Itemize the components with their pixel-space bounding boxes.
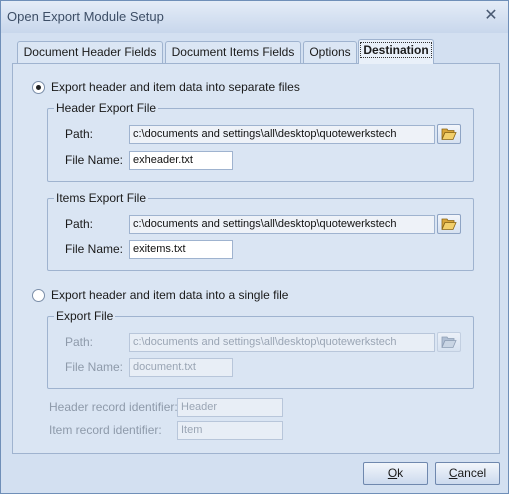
single-file-option[interactable]: Export header and item data into a singl… xyxy=(32,288,288,302)
header-file-input[interactable]: exheader.txt xyxy=(129,151,233,170)
tab-document-items-fields[interactable]: Document Items Fields xyxy=(165,41,301,63)
items-file-input[interactable]: exitems.txt xyxy=(129,240,233,259)
header-export-group: Header Export File Path: c:\documents an… xyxy=(47,101,474,182)
header-path-label: Path: xyxy=(65,127,94,141)
separate-files-radio[interactable] xyxy=(32,80,45,94)
folder-open-icon xyxy=(441,336,457,348)
dialog-window: Open Export Module Setup ✕ Document Head… xyxy=(0,0,509,494)
items-file-label: File Name: xyxy=(65,242,124,256)
items-path-label: Path: xyxy=(65,217,94,231)
cancel-button[interactable]: Cancel xyxy=(435,462,500,485)
items-export-group-title: Items Export File xyxy=(54,191,149,205)
tab-destination[interactable]: Destination xyxy=(358,39,434,64)
ok-rest: k xyxy=(397,466,404,480)
ok-button[interactable]: Ok xyxy=(363,462,428,485)
single-file-radio[interactable] xyxy=(32,288,45,302)
items-path-input[interactable]: c:\documents and settings\all\desktop\qu… xyxy=(129,215,435,234)
single-export-group-title: Export File xyxy=(54,309,116,323)
single-path-input[interactable]: c:\documents and settings\all\desktop\qu… xyxy=(129,333,435,352)
ok-mnemonic: O xyxy=(387,466,398,480)
tab-options[interactable]: Options xyxy=(303,41,357,63)
folder-open-icon xyxy=(441,128,457,140)
window-title: Open Export Module Setup xyxy=(7,9,164,24)
header-export-group-title: Header Export File xyxy=(54,101,159,115)
single-path-label: Path: xyxy=(65,335,94,349)
header-file-label: File Name: xyxy=(65,153,124,167)
item-record-id-input[interactable]: Item xyxy=(177,421,283,440)
single-file-label-text: File Name: xyxy=(65,360,124,374)
header-record-id-input[interactable]: Header xyxy=(177,398,283,417)
folder-open-icon xyxy=(441,218,457,230)
tab-document-header-fields[interactable]: Document Header Fields xyxy=(17,41,163,63)
single-browse-button[interactable] xyxy=(437,332,461,352)
title-bar: Open Export Module Setup ✕ xyxy=(1,1,508,33)
item-record-id-label: Item record identifier: xyxy=(49,423,162,437)
single-file-input[interactable]: document.txt xyxy=(129,358,233,377)
header-browse-button[interactable] xyxy=(437,124,461,144)
single-file-label: Export header and item data into a singl… xyxy=(51,288,289,302)
destination-panel: Export header and item data into separat… xyxy=(12,63,500,454)
items-browse-button[interactable] xyxy=(437,214,461,234)
items-export-group: Items Export File Path: c:\documents and… xyxy=(47,191,474,271)
close-button[interactable]: ✕ xyxy=(482,7,500,25)
header-path-input[interactable]: c:\documents and settings\all\desktop\qu… xyxy=(129,125,435,144)
separate-files-label: Export header and item data into separat… xyxy=(51,80,300,94)
separate-files-option[interactable]: Export header and item data into separat… xyxy=(32,80,300,94)
header-record-id-label: Header record identifier: xyxy=(49,400,178,414)
single-export-group: Export File Path: c:\documents and setti… xyxy=(47,309,474,389)
tab-destination-label: Destination xyxy=(360,42,432,58)
cancel-rest: ancel xyxy=(457,466,487,480)
